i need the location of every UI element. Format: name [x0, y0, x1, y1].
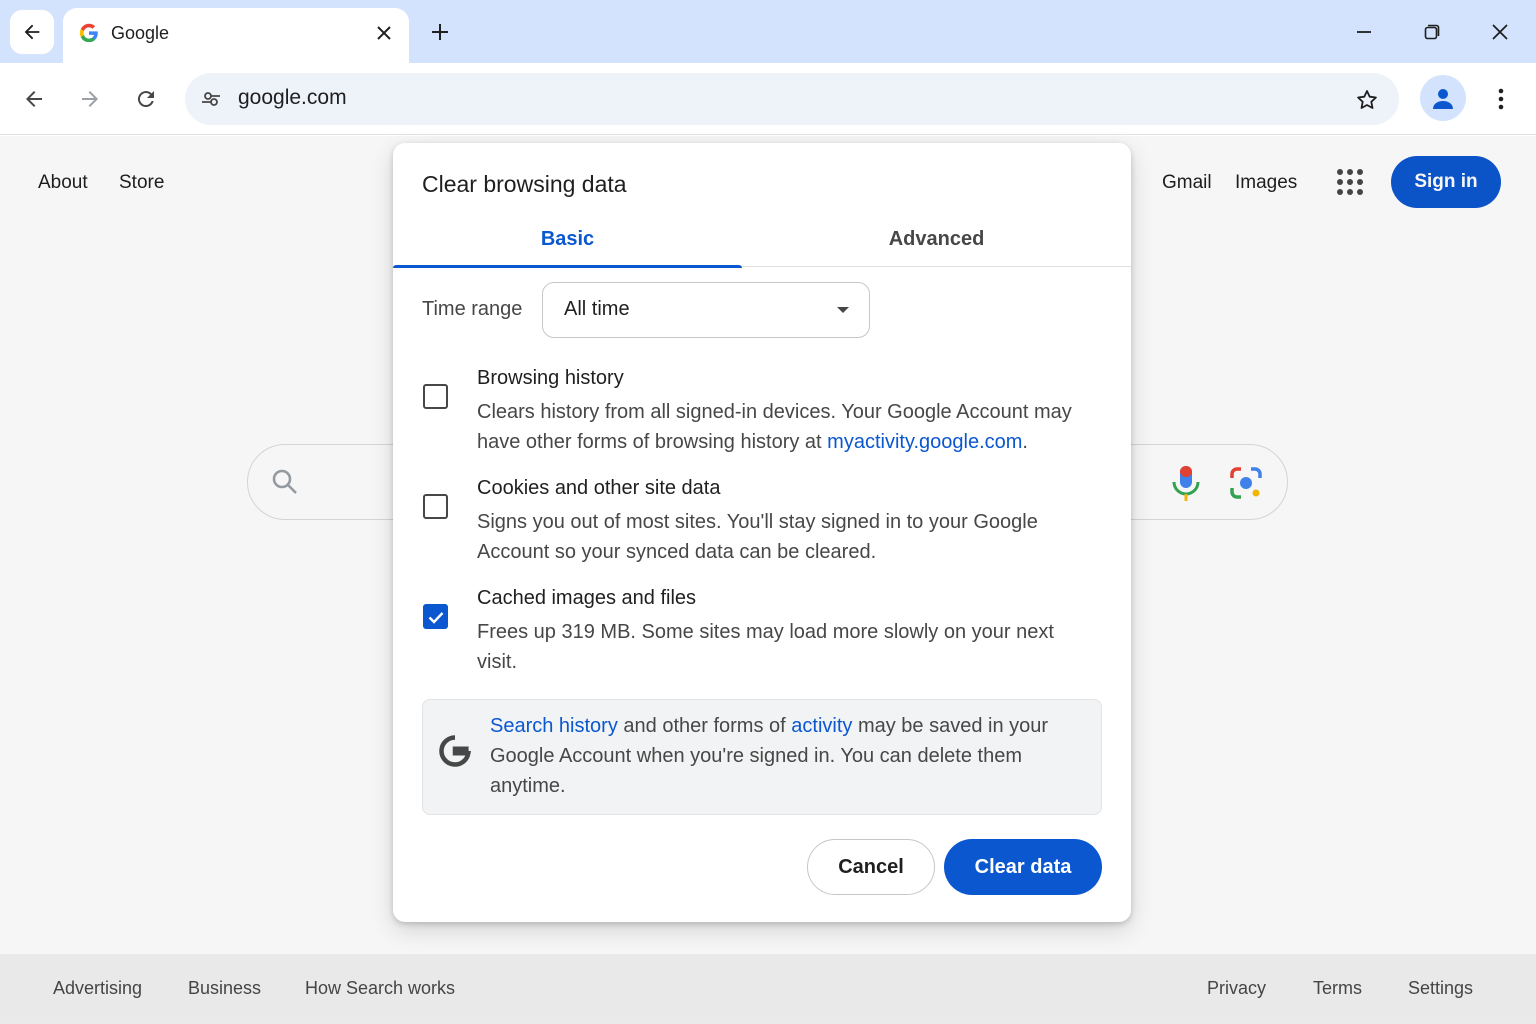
cookies-checkbox[interactable] [423, 494, 448, 519]
close-window-button[interactable] [1484, 16, 1516, 48]
dialog-title: Clear browsing data [422, 171, 627, 197]
url-text[interactable]: google.com [238, 86, 347, 110]
site-info-button[interactable] [197, 85, 225, 113]
time-range-value: All time [564, 298, 630, 320]
more-menu-icon [1498, 88, 1504, 110]
browsing-history-option: Browsing history Clears history from all… [422, 367, 1112, 457]
google-account-notice: Search history and other forms of activi… [422, 699, 1102, 815]
reload-button[interactable] [126, 79, 166, 119]
cookies-title: Cookies and other site data [477, 477, 721, 499]
chrome-menu-button[interactable] [1486, 81, 1516, 117]
site-info-icon [202, 92, 220, 106]
restore-icon [1424, 24, 1440, 40]
cached-images-option: Cached images and files Frees up 319 MB.… [422, 587, 1112, 677]
activity-link[interactable]: activity [791, 715, 852, 737]
bookmark-button[interactable] [1351, 84, 1383, 116]
tab-basic[interactable]: Basic [393, 211, 742, 268]
time-range-select[interactable]: All time [542, 282, 870, 338]
google-favicon-icon [79, 23, 98, 43]
tab-title: Google [111, 23, 170, 43]
cookies-option: Cookies and other site data Signs you ou… [422, 477, 1112, 567]
checkmark-icon [428, 611, 443, 624]
profile-icon [1433, 89, 1453, 109]
minimize-icon [1357, 31, 1371, 33]
tab-strip: Google [0, 0, 1536, 63]
active-tab[interactable]: Google [63, 8, 409, 63]
minimize-button[interactable] [1348, 16, 1380, 48]
back-button[interactable] [14, 79, 54, 119]
time-range-label: Time range [422, 298, 523, 320]
tab-search-button[interactable] [10, 10, 54, 54]
address-bar[interactable]: google.com [185, 73, 1399, 125]
clear-browsing-data-dialog: Clear browsing data Basic Advanced Time … [393, 143, 1131, 922]
cached-images-description: Frees up 319 MB. Some sites may load mor… [477, 621, 1054, 673]
browsing-history-desc-end: . [1022, 431, 1028, 453]
browsing-history-title: Browsing history [477, 367, 624, 389]
google-g-icon [439, 735, 471, 767]
cached-images-checkbox[interactable] [423, 604, 448, 629]
dropdown-arrow-icon [837, 307, 849, 313]
profile-button[interactable] [1420, 75, 1466, 121]
browsing-history-checkbox[interactable] [423, 384, 448, 409]
forward-button[interactable] [70, 79, 110, 119]
close-icon [377, 26, 391, 40]
myactivity-link[interactable]: myactivity.google.com [827, 431, 1022, 453]
cached-images-title: Cached images and files [477, 587, 697, 609]
clear-data-button[interactable]: Clear data [944, 839, 1102, 895]
tab-advanced[interactable]: Advanced [762, 211, 1111, 267]
browsing-history-description: Clears history from all signed-in device… [477, 397, 1077, 457]
search-history-link[interactable]: Search history [490, 715, 618, 737]
notice-text-part1: and other forms of [617, 715, 792, 737]
cookies-description: Signs you out of most sites. You'll stay… [477, 511, 1038, 563]
restore-button[interactable] [1416, 16, 1448, 48]
close-window-icon [1492, 24, 1508, 40]
reload-icon [137, 91, 154, 108]
browser-toolbar: google.com [0, 63, 1536, 135]
cancel-button[interactable]: Cancel [807, 839, 935, 895]
notice-text: Search history and other forms of activi… [490, 711, 1080, 801]
dialog-tabs: Basic Advanced [393, 211, 1131, 268]
back-icon [26, 91, 42, 107]
forward-icon [82, 91, 98, 107]
tab-close-button[interactable] [372, 21, 396, 45]
plus-icon [432, 24, 448, 40]
new-tab-button[interactable] [426, 18, 454, 46]
tab-search-icon [24, 24, 40, 40]
bookmark-star-icon [1357, 90, 1377, 109]
